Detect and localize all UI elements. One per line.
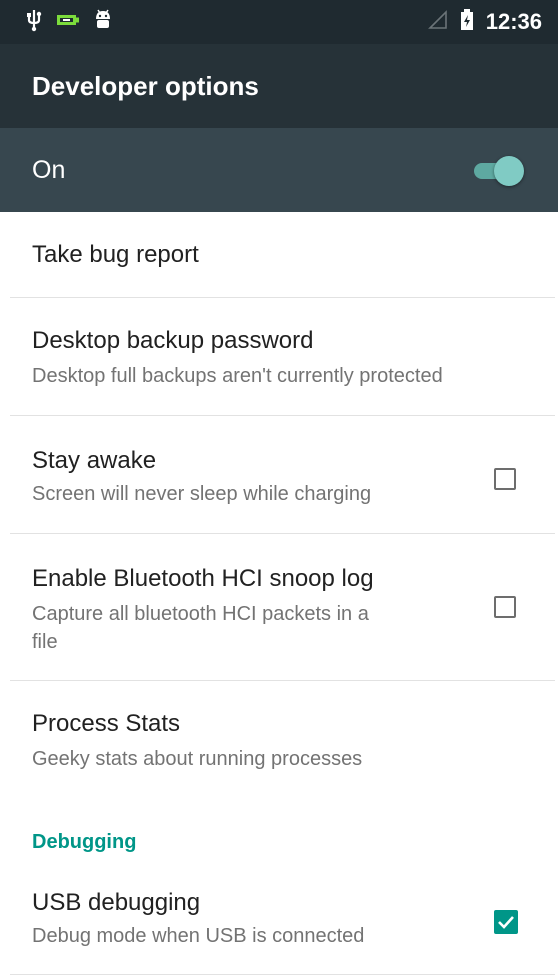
clock: 12:36 — [485, 9, 542, 34]
list-item-stay-awake[interactable]: Stay awake Screen will never sleep while… — [0, 416, 558, 534]
divider — [10, 974, 555, 975]
switch-thumb — [494, 156, 524, 186]
battery-charging-icon — [56, 12, 80, 33]
page-title: Developer options — [32, 71, 259, 101]
item-title: Stay awake — [32, 447, 157, 474]
list-item-desktop-backup-password[interactable]: Desktop backup password Desktop full bac… — [0, 298, 558, 416]
system-icons: 12:36 — [427, 8, 542, 36]
item-summary: Screen will never sleep while charging — [32, 483, 372, 505]
list-item-take-bug-report[interactable]: Take bug report — [0, 212, 558, 298]
battery-icon — [460, 8, 474, 36]
item-title: USB debugging — [32, 889, 201, 916]
item-summary: Desktop full backups aren't currently pr… — [32, 365, 443, 387]
checkmark-icon — [498, 916, 514, 929]
master-switch-label: On — [32, 156, 66, 184]
item-summary: Geeky stats about running processes — [32, 748, 363, 770]
developer-options-master-switch-bar[interactable]: On — [0, 128, 558, 212]
item-summary-line-2: file — [32, 631, 58, 653]
item-summary-line-1: Capture all bluetooth HCI packets in a — [32, 603, 369, 625]
item-title: Process Stats — [32, 710, 181, 737]
item-summary: Debug mode when USB is connected — [32, 925, 365, 947]
item-title: Take bug report — [32, 241, 199, 268]
usb-icon — [26, 8, 42, 37]
android-debug-icon — [94, 9, 112, 36]
usb-debugging-checkbox[interactable] — [494, 910, 518, 934]
app-toolbar: Developer options — [0, 44, 558, 128]
notification-icons — [26, 8, 112, 37]
stay-awake-checkbox[interactable] — [494, 468, 516, 490]
item-title: Enable Bluetooth HCI snoop log — [32, 565, 374, 592]
master-switch-toggle[interactable] — [474, 156, 524, 186]
no-signal-icon — [427, 9, 448, 35]
list-item-bluetooth-hci-snoop-log[interactable]: Enable Bluetooth HCI snoop log Capture a… — [0, 534, 558, 680]
list-item-process-stats[interactable]: Process Stats Geeky stats about running … — [0, 681, 558, 799]
status-bar: 12:36 — [0, 0, 558, 44]
item-title: Desktop backup password — [32, 327, 314, 354]
bluetooth-hci-snoop-checkbox[interactable] — [494, 596, 516, 618]
list-item-usb-debugging[interactable]: USB debugging Debug mode when USB is con… — [0, 868, 558, 974]
category-header-debugging: Debugging — [32, 831, 137, 853]
